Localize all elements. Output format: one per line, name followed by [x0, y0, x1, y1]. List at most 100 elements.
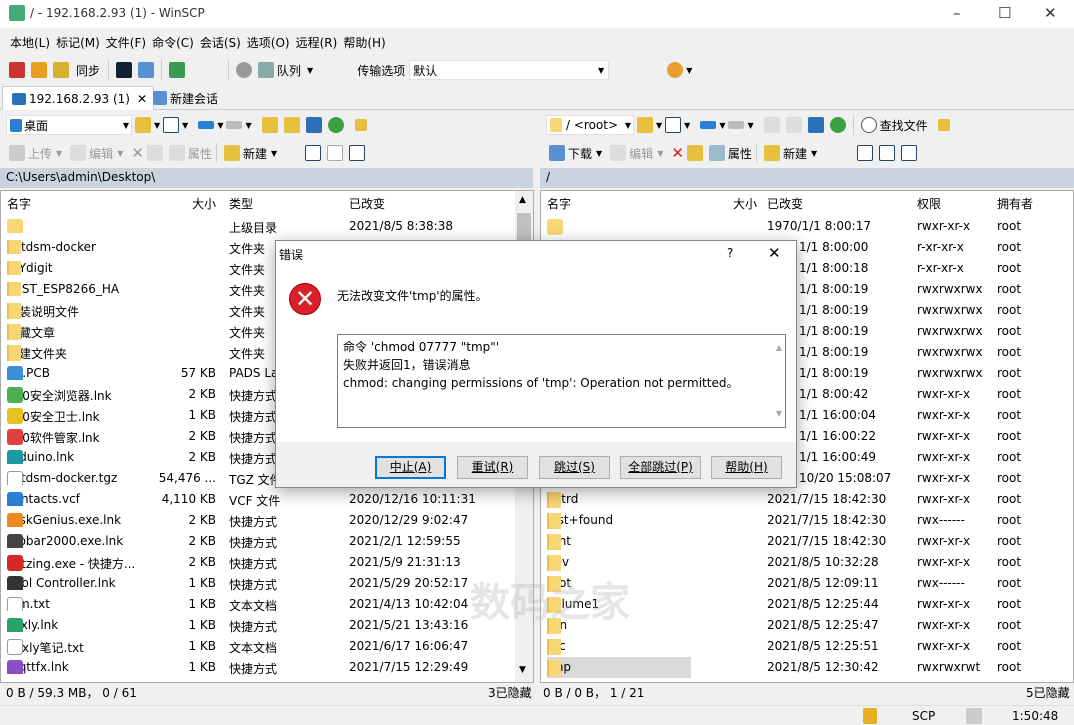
filter-select-icon[interactable]	[349, 145, 366, 161]
file-row[interactable]: Fritzing.exe - 快捷方... 2 KB 快捷方式 2021/5/9 21…	[1, 552, 533, 573]
tree-icon[interactable]	[937, 119, 950, 131]
sync-button[interactable]: 同步	[76, 62, 100, 79]
file-row[interactable]: lost+found 2021/7/15 18:42:30 rwx------ roo…	[541, 510, 1073, 531]
menu-item[interactable]: 会话(S)	[200, 34, 241, 51]
rename-icon[interactable]	[146, 145, 163, 161]
sync-browse-icon[interactable]	[31, 62, 47, 78]
open-folder-icon[interactable]	[637, 117, 653, 133]
dialog-help-button[interactable]: ?	[727, 246, 733, 260]
queue-icon[interactable]	[258, 62, 275, 78]
close-button[interactable]: ✕	[1044, 4, 1057, 22]
column-header[interactable]: 名字	[7, 195, 31, 212]
refresh-session-icon[interactable]	[169, 62, 186, 78]
terminal-icon[interactable]	[116, 62, 133, 78]
menu-item[interactable]: 远程(R)	[296, 34, 338, 51]
properties-button[interactable]: 属性	[188, 145, 212, 162]
new-button[interactable]: 新建	[783, 145, 807, 162]
home-icon[interactable]	[807, 117, 824, 133]
tree-icon[interactable]	[354, 119, 367, 131]
file-row[interactable]: .. 1970/1/1 8:00:17 rwxr-xr-x root	[541, 216, 1073, 237]
properties-button[interactable]: 属性	[728, 145, 752, 162]
file-row[interactable]: tmp 2021/8/5 12:30:42 rwxrwxrwt root	[541, 657, 1073, 678]
menu-item[interactable]: 文件(F)	[106, 34, 146, 51]
column-header[interactable]: 权限	[917, 195, 941, 212]
transfer-options-select[interactable]: 默认 ▼	[409, 60, 610, 80]
upload-button[interactable]: 上传	[28, 145, 52, 162]
skip-button[interactable]: 跳过(S)	[539, 456, 610, 479]
forward-icon[interactable]	[226, 121, 243, 129]
minimize-button[interactable]: –	[953, 4, 961, 22]
parent-dir-icon[interactable]	[763, 117, 780, 133]
sync-icon[interactable]	[53, 62, 69, 78]
file-row[interactable]: DiskGenius.exe.lnk 2 KB 快捷方式 2020/12/29 9:0…	[1, 510, 533, 531]
delete-icon[interactable]: ✕	[671, 144, 684, 162]
left-location-select[interactable]: 桌面 ▼	[6, 115, 132, 135]
file-row[interactable]: mixly笔记.txt 1 KB 文本文档 2021/6/17 16:06:47	[1, 636, 533, 657]
right-location-select[interactable]: / <root> ▼	[546, 115, 634, 135]
dialog-details[interactable]: 命令 'chmod 07777 "tmp"' 失败并返回1，错误消息 chmod…	[337, 334, 786, 428]
file-row[interactable]: ibm.txt 1 KB 文本文档 2021/4/13 10:42:04	[1, 594, 533, 615]
refresh-icon[interactable]	[327, 117, 344, 133]
column-header[interactable]: 类型	[229, 195, 253, 212]
root-dir-icon[interactable]	[785, 117, 802, 133]
column-header[interactable]: 已改变	[349, 195, 385, 212]
select-all-icon[interactable]	[857, 145, 874, 161]
edit-button[interactable]: 编辑	[89, 145, 113, 162]
queue-button[interactable]: 队列	[277, 62, 301, 79]
filter-icon[interactable]	[665, 117, 682, 133]
unselect-icon[interactable]	[879, 145, 896, 161]
dialog-close-button[interactable]: ✕	[768, 244, 781, 262]
details-scroll-down[interactable]: ▼	[776, 405, 782, 423]
find-files-button[interactable]: 查找文件	[880, 117, 928, 134]
root-dir-icon[interactable]	[283, 117, 300, 133]
abort-button[interactable]: 中止(A)	[375, 456, 446, 479]
menu-item[interactable]: 命令(C)	[152, 34, 194, 51]
globe-icon[interactable]	[667, 62, 684, 78]
download-button[interactable]: 下载	[568, 145, 592, 162]
file-row[interactable]: etc 2021/8/5 12:25:51 rwxr-xr-x root	[541, 636, 1073, 657]
putty-icon[interactable]	[138, 62, 155, 78]
file-row[interactable]: Grbl Controller.lnk 1 KB 快捷方式 2021/5/29 20:…	[1, 573, 533, 594]
details-scroll-up[interactable]: ▲	[776, 339, 782, 357]
maximize-button[interactable]: ☐	[998, 4, 1011, 22]
menu-item[interactable]: 标记(M)	[56, 34, 100, 51]
skip-all-button[interactable]: 全部跳过(P)	[620, 456, 701, 479]
compare-icon[interactable]	[9, 62, 25, 78]
file-row[interactable]: foobar2000.exe.lnk 2 KB 快捷方式 2021/2/1 12:59…	[1, 531, 533, 552]
back-icon[interactable]	[198, 121, 215, 129]
filter-select-icon[interactable]	[901, 145, 918, 161]
select-all-icon[interactable]	[305, 145, 322, 161]
menu-item[interactable]: 本地(L)	[10, 34, 50, 51]
column-header[interactable]: 名字	[547, 195, 571, 212]
parent-dir-icon[interactable]	[261, 117, 278, 133]
delete-icon[interactable]: ✕	[131, 144, 144, 162]
menu-item[interactable]: 选项(O)	[247, 34, 290, 51]
tab-session[interactable]: 192.168.2.93 (1) ✕	[2, 86, 155, 110]
right-path-bar[interactable]: /	[540, 168, 1074, 188]
home-icon[interactable]	[305, 117, 322, 133]
file-row[interactable]: .. 上级目录 2021/8/5 8:38:38	[1, 216, 533, 237]
gear-icon[interactable]	[236, 62, 253, 78]
file-row[interactable]: mqttfx.lnk 1 KB 快捷方式 2021/7/15 12:29:49	[1, 657, 533, 678]
column-header[interactable]: 已改变	[767, 195, 803, 212]
column-header[interactable]: 拥有者	[997, 195, 1033, 212]
refresh-icon[interactable]	[829, 117, 846, 133]
unselect-icon[interactable]	[327, 145, 344, 161]
open-folder-icon[interactable]	[135, 117, 151, 133]
retry-button[interactable]: 重试(R)	[457, 456, 528, 479]
menu-item[interactable]: 帮助(H)	[343, 34, 385, 51]
column-header[interactable]: 大小	[691, 195, 757, 212]
filter-icon[interactable]	[163, 117, 180, 133]
back-icon[interactable]	[700, 121, 717, 129]
edit-button[interactable]: 编辑	[629, 145, 653, 162]
tab-new-session[interactable]: 新建会话	[144, 86, 224, 110]
file-row[interactable]: Mixly.lnk 1 KB 快捷方式 2021/5/21 13:43:16	[1, 615, 533, 636]
help-button[interactable]: 帮助(H)	[711, 456, 782, 479]
new-button[interactable]: 新建	[243, 145, 267, 162]
file-row[interactable]: contacts.vcf 4,110 KB VCF 文件 2020/12/16 10:…	[1, 489, 533, 510]
file-row[interactable]: mnt 2021/7/15 18:42:30 rwxr-xr-x root	[541, 531, 1073, 552]
rename-icon[interactable]	[686, 145, 703, 161]
file-row[interactable]: initrd 2021/7/15 18:42:30 rwxr-xr-x root	[541, 489, 1073, 510]
left-path-bar[interactable]: C:\Users\admin\Desktop\	[0, 168, 533, 188]
forward-icon[interactable]	[728, 121, 745, 129]
